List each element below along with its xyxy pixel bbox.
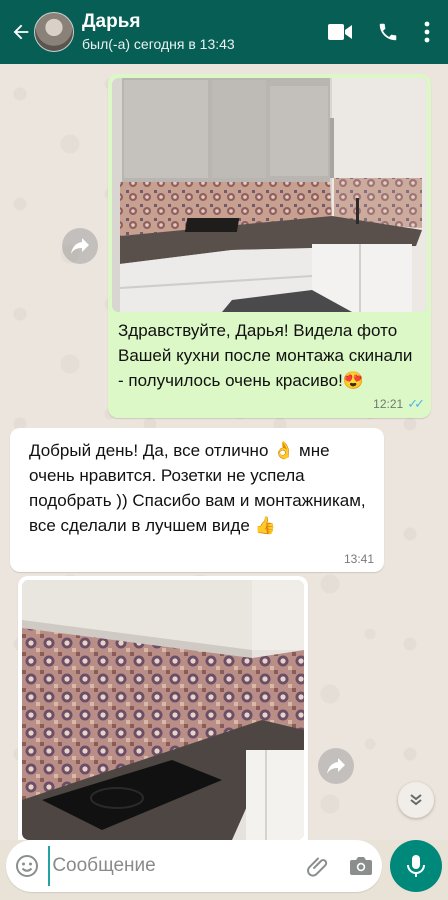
chevron-down-icon <box>410 794 422 806</box>
emoji-button[interactable] <box>6 840 48 892</box>
emoji-icon <box>16 855 39 877</box>
attach-button[interactable] <box>297 840 339 892</box>
kitchen-photo[interactable] <box>112 78 427 312</box>
menu-button[interactable] <box>412 8 442 56</box>
incoming-image-message[interactable] <box>18 576 308 840</box>
attach-icon <box>307 857 328 877</box>
back-button[interactable] <box>0 0 34 64</box>
contact-name: Дарья <box>82 11 141 32</box>
last-seen-status: был(-а) сегодня в 13:43 <box>82 36 235 52</box>
chat-header: Дарья был(-а) сегодня в 13:43 <box>0 0 448 64</box>
kitchen-photo-illustration <box>112 78 427 312</box>
phone-icon <box>379 23 397 41</box>
message-text: Добрый день! Да, все отлично 👌 мне очень… <box>29 441 366 535</box>
forward-icon <box>327 758 345 774</box>
more-vert-icon <box>424 21 430 43</box>
message-composer <box>0 836 448 900</box>
message-input-box[interactable] <box>6 840 382 892</box>
avatar[interactable] <box>34 12 74 52</box>
backsplash-photo[interactable] <box>22 580 304 840</box>
forward-button[interactable] <box>62 228 98 264</box>
chat-area[interactable]: Здравствуйте, Дарья! Видела фото Вашей к… <box>0 64 448 840</box>
outgoing-message[interactable]: Здравствуйте, Дарья! Видела фото Вашей к… <box>108 74 431 418</box>
voice-call-button[interactable] <box>364 8 412 56</box>
incoming-message[interactable]: Добрый день! Да, все отлично 👌 мне очень… <box>10 428 384 572</box>
backsplash-photo-illustration <box>22 580 304 840</box>
scroll-to-bottom-button[interactable] <box>398 782 434 818</box>
video-call-icon <box>328 24 352 40</box>
message-text: Здравствуйте, Дарья! Видела фото Вашей к… <box>118 321 413 390</box>
voice-message-button[interactable] <box>390 840 442 892</box>
forward-button[interactable] <box>318 748 354 784</box>
message-time: 12:21 <box>373 397 404 411</box>
camera-button[interactable] <box>340 840 382 892</box>
back-arrow-icon <box>13 24 29 40</box>
video-call-button[interactable] <box>316 8 364 56</box>
message-time: 13:41 <box>343 552 374 566</box>
read-ticks-icon: ✓✓ <box>407 396 425 411</box>
mic-icon <box>407 855 425 877</box>
camera-icon <box>349 857 372 875</box>
contact-info[interactable]: Дарья был(-а) сегодня в 13:43 <box>82 11 316 53</box>
message-input[interactable] <box>48 846 298 886</box>
forward-icon <box>71 238 89 254</box>
